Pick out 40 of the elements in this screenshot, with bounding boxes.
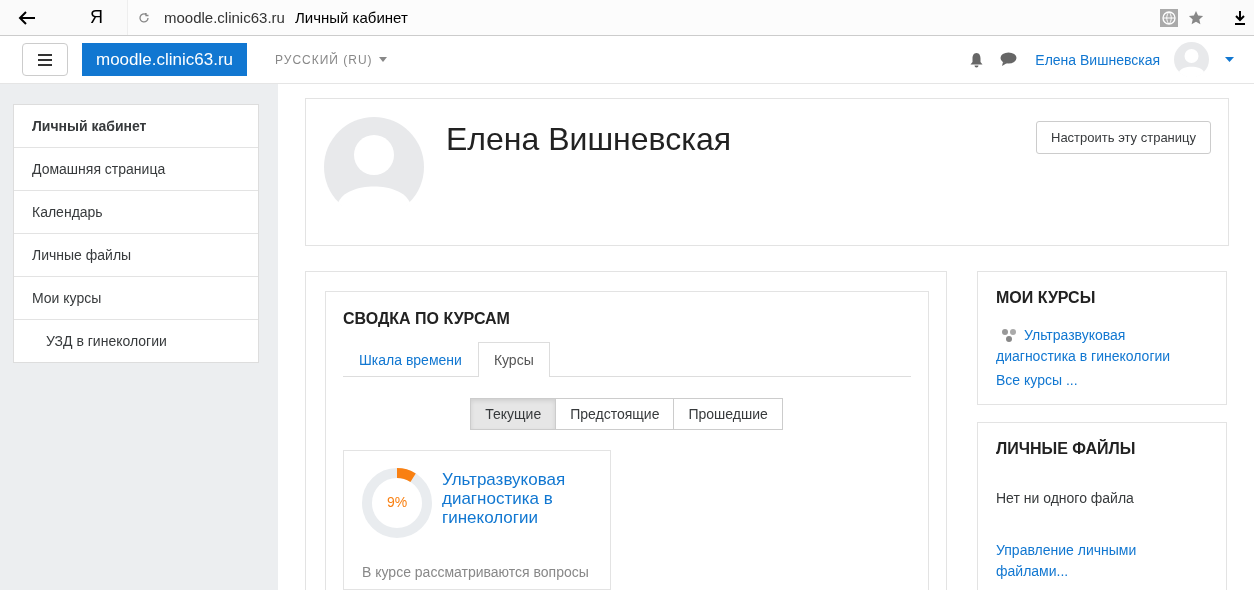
bell-icon[interactable] <box>969 51 985 68</box>
caret-icon[interactable] <box>378 57 387 62</box>
navigation-item[interactable]: Календарь <box>14 190 258 233</box>
back-arrow-icon[interactable] <box>18 10 36 25</box>
manage-files-link[interactable]: Управление личными файлами... <box>996 540 1166 582</box>
course-summary: В курсе рассматриваются вопросы <box>362 564 590 580</box>
progress-percent: 9% <box>385 494 409 510</box>
browser-logo[interactable]: Я <box>90 7 103 28</box>
navigation-item[interactable]: Личный кабинет <box>14 105 258 147</box>
filter-button[interactable]: Предстоящие <box>555 398 675 430</box>
block-title: ЛИЧНЫЕ ФАЙЛЫ <box>996 440 1137 458</box>
tab[interactable]: Курсы <box>477 342 550 377</box>
navigation-item[interactable]: Личные файлы <box>14 233 258 276</box>
user-name-link[interactable]: Елена Вишневская <box>1035 51 1160 68</box>
profile-name: Елена Вишневская <box>446 121 731 158</box>
star-icon[interactable] <box>1188 9 1204 26</box>
tab[interactable]: Шкала времени <box>343 342 478 377</box>
customize-page-button[interactable]: Настроить эту страницу <box>1036 121 1211 154</box>
chat-bubble-icon[interactable] <box>1000 52 1018 67</box>
filter-button[interactable]: Прошедшие <box>673 398 783 430</box>
site-name-link[interactable]: moodle.clinic63.ru <box>82 43 247 76</box>
page-title: Личный кабинет <box>294 9 408 26</box>
filter-button[interactable]: Текущие <box>470 398 557 430</box>
navigation-item[interactable]: Мои курсы <box>14 276 258 319</box>
download-icon[interactable] <box>1234 9 1246 26</box>
course-link[interactable]: Ультразвуковая диагностика в гинекологии <box>996 325 1208 367</box>
empty-message: Нет ни одного файла <box>996 490 1135 506</box>
menu-icon[interactable] <box>38 53 52 66</box>
menu-button[interactable] <box>22 43 68 76</box>
block-title: СВОДКА ПО КУРСАМ <box>343 310 511 328</box>
navigation-item[interactable]: Домашняя страница <box>14 147 258 190</box>
block-title: МОИ КУРСЫ <box>996 289 1097 307</box>
course-icon <box>1001 327 1017 343</box>
navigation-item[interactable]: УЗД в гинекологии <box>14 319 258 362</box>
url-text: moodle.clinic63.ru <box>164 9 285 26</box>
all-courses-link[interactable]: Все курсы ... <box>996 372 1208 388</box>
reload-icon[interactable] <box>138 11 150 24</box>
caret-icon[interactable] <box>1225 57 1234 62</box>
course-link[interactable]: Ультразвуковая диагностика в гинекологии <box>442 470 592 538</box>
language-menu[interactable]: РУССКИЙ (RU) <box>275 52 387 67</box>
